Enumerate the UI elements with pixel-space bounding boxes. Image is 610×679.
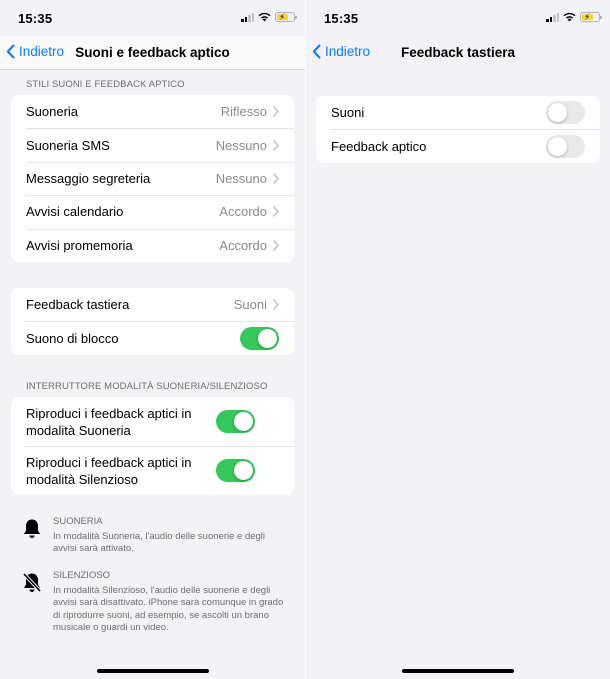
home-indicator[interactable] [402, 669, 514, 673]
chevron-right-icon [273, 139, 279, 151]
row-silent-haptics: Riproduci i feedback aptici in modalità … [11, 446, 294, 495]
keyboard-haptics-toggle[interactable] [546, 134, 585, 158]
row-value: Nessuno [215, 137, 267, 153]
row-ring-haptics: Riproduci i feedback aptici in modalità … [11, 397, 294, 446]
wifi-icon [258, 12, 271, 22]
row-ringtone[interactable]: Suoneria Riflesso [11, 95, 294, 128]
cellular-signal-icon [241, 12, 254, 22]
row-value: Accordo [219, 237, 267, 253]
row-label: Suoneria SMS [26, 137, 110, 153]
keyboard-feedback-group: Suoni Feedback aptico [316, 96, 600, 163]
row-sms-tone[interactable]: Suoneria SMS Nessuno [11, 128, 294, 161]
page-title: Feedback tastiera [400, 45, 516, 60]
row-value: Accordo [219, 204, 267, 220]
battery-charging-icon: ⚡ [275, 12, 297, 22]
keyboard-lock-group: Feedback tastiera Suoni Suono di blocco [11, 288, 294, 355]
chevron-right-icon [273, 173, 279, 184]
status-bar: 15:35 ⚡ [306, 0, 610, 36]
row-label: Riproduci i feedback aptici in modalità … [26, 454, 192, 487]
lock-sound-toggle[interactable] [240, 326, 279, 350]
info-title: SUONERIA [53, 516, 103, 527]
row-label: Messaggio segreteria [26, 170, 151, 186]
row-label: Avvisi calendario [26, 204, 124, 220]
ring-silent-group: Riproduci i feedback aptici in modalità … [11, 397, 294, 495]
status-icons: ⚡ [241, 12, 297, 22]
status-icons: ⚡ [546, 12, 602, 22]
info-title: SILENZIOSO [53, 570, 111, 581]
silent-haptics-toggle[interactable] [216, 459, 255, 482]
info-silent-mode: SILENZIOSO In modalità Silenzioso, l'aud… [20, 570, 291, 634]
sound-styles-group: Suoneria Riflesso Suoneria SMS Nessuno M… [11, 95, 294, 262]
info-description: In modalità Suoneria, l'audio delle suon… [53, 531, 266, 555]
row-label: Suoni [331, 105, 365, 121]
row-calendar-alerts[interactable]: Avvisi calendario Accordo [11, 195, 294, 228]
chevron-right-icon [273, 106, 279, 117]
row-voicemail[interactable]: Messaggio segreteria Nessuno [11, 161, 294, 195]
status-time: 15:35 [324, 11, 359, 26]
info-ring-mode: SUONERIA In modalità Suoneria, l'audio d… [20, 516, 291, 556]
section-header-ring-silent-switch: INTERRUTTORE MODALITÀ SUONERIA/SILENZIOS… [26, 381, 268, 392]
chevron-right-icon [273, 239, 279, 251]
settings-screen-sounds: 15:35 ⚡ Indietro Suoni e feedback aptico… [0, 0, 305, 679]
keyboard-sounds-toggle[interactable] [546, 101, 585, 125]
navigation-bar: Indietro Feedback tastiera [306, 36, 610, 70]
battery-charging-icon: ⚡ [580, 12, 602, 22]
settings-screen-keyboard-feedback: 15:35 ⚡ Indietro Feedback tastiera Suoni… [306, 0, 610, 679]
info-description: In modalità Silenzioso, l'audio delle su… [53, 585, 284, 633]
row-value: Nessuno [215, 170, 267, 186]
row-keyboard-sounds: Suoni [316, 96, 600, 129]
row-keyboard-haptics: Feedback aptico [316, 129, 600, 162]
row-label: Suono di blocco [26, 330, 119, 346]
row-keyboard-feedback[interactable]: Feedback tastiera Suoni [11, 288, 294, 321]
cellular-signal-icon [546, 12, 559, 22]
row-value: Riflesso [220, 104, 267, 120]
chevron-right-icon [273, 299, 279, 310]
wifi-icon [563, 12, 576, 22]
status-bar: 15:35 ⚡ [0, 0, 305, 36]
ring-haptics-toggle[interactable] [216, 410, 255, 433]
home-indicator[interactable] [96, 669, 209, 673]
row-reminder-alerts[interactable]: Avvisi promemoria Accordo [11, 228, 294, 262]
row-label: Suoneria [26, 104, 79, 120]
navigation-bar: Indietro Suoni e feedback aptico [0, 36, 305, 70]
row-label: Riproduci i feedback aptici in modalità … [26, 405, 192, 438]
row-label: Avvisi promemoria [26, 237, 133, 253]
row-lock-sound: Suono di blocco [11, 321, 294, 354]
section-header-sound-styles: STILI SUONI E FEEDBACK APTICO [26, 79, 185, 90]
bell-icon [20, 516, 44, 556]
row-label: Feedback aptico [331, 138, 427, 154]
chevron-right-icon [273, 206, 279, 218]
page-title: Suoni e feedback aptico [75, 45, 230, 60]
bell-slash-icon [20, 570, 44, 634]
status-time: 15:35 [18, 11, 53, 26]
row-value: Suoni [233, 297, 267, 313]
row-label: Feedback tastiera [26, 297, 130, 313]
